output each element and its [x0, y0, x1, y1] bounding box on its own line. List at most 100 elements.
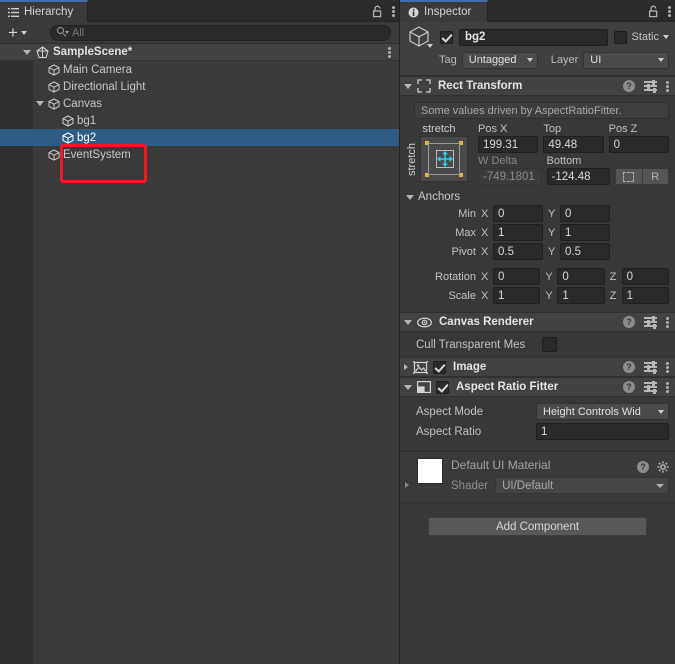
kebab-menu-icon[interactable]	[666, 316, 669, 329]
kebab-menu-icon[interactable]	[392, 5, 395, 18]
aspect-ratio-fitter-enabled-checkbox[interactable]	[436, 380, 449, 394]
component-header-canvas-renderer[interactable]: Canvas Renderer ?	[400, 312, 675, 332]
anchor-preset-widget[interactable]: stretch stretch	[406, 123, 472, 187]
anchor-min-y-field[interactable]: 0	[560, 205, 610, 222]
kebab-menu-icon[interactable]	[666, 80, 669, 93]
layer-dropdown[interactable]: UI	[583, 51, 669, 69]
aspect-mode-dropdown[interactable]: Height Controls Wid	[536, 403, 669, 420]
material-preview-swatch[interactable]	[417, 458, 443, 484]
search-input[interactable]: All	[49, 24, 391, 41]
chevron-right-icon[interactable]	[405, 482, 409, 488]
hierarchy-item-eventsystem[interactable]: EventSystem	[0, 146, 399, 163]
gear-icon[interactable]	[657, 460, 669, 473]
hierarchy-panel: Hierarchy + All SampleScene* Main Camera…	[0, 0, 400, 664]
hierarchy-item-directional-light[interactable]: Directional Light	[0, 78, 399, 95]
component-title: Aspect Ratio Fitter	[456, 381, 559, 393]
add-component-label: Add Component	[495, 520, 580, 533]
help-icon[interactable]: ?	[623, 80, 635, 92]
wdelta-label: W Delta	[478, 155, 518, 167]
cull-transparent-mesh-label: Cull Transparent Mes	[416, 338, 526, 351]
image-enabled-checkbox[interactable]	[433, 360, 446, 374]
kebab-menu-icon[interactable]	[666, 361, 669, 374]
top-field[interactable]: 49.48	[543, 136, 604, 153]
raw-edit-mode-button[interactable]: R	[642, 168, 669, 185]
kebab-menu-icon[interactable]	[666, 381, 669, 394]
hierarchy-scene-row[interactable]: SampleScene*	[0, 44, 399, 61]
chevron-down-icon[interactable]	[404, 83, 412, 89]
axis-y-label: Y	[548, 207, 556, 220]
bottom-field[interactable]: -124.48	[546, 168, 610, 185]
anchor-preset-box[interactable]	[420, 136, 468, 182]
hierarchy-toolbar: + All	[0, 22, 399, 44]
chevron-down-icon[interactable]	[404, 319, 412, 325]
rotation-x-field[interactable]: 0	[493, 268, 541, 285]
scale-z-field[interactable]: 1	[621, 287, 669, 304]
hierarchy-tabstrip: Hierarchy	[0, 0, 399, 22]
lock-open-icon[interactable]	[372, 5, 383, 18]
kebab-menu-icon[interactable]	[668, 5, 671, 18]
shader-dropdown[interactable]: UI/Default	[495, 477, 669, 494]
posz-field[interactable]: 0	[608, 136, 669, 153]
preset-sliders-icon[interactable]	[644, 79, 657, 93]
scale-y-field[interactable]: 1	[557, 287, 605, 304]
tab-hierarchy[interactable]: Hierarchy	[0, 0, 89, 22]
chevron-down-icon	[658, 58, 664, 62]
anchor-min-y-value: 0	[565, 207, 572, 220]
chevron-down-icon[interactable]	[404, 384, 412, 390]
help-icon[interactable]: ?	[623, 316, 635, 328]
lock-open-icon[interactable]	[648, 5, 659, 18]
anchor-max-x-field[interactable]: 1	[493, 224, 543, 241]
hierarchy-item-label: Directional Light	[63, 80, 146, 93]
help-icon[interactable]: ?	[623, 381, 635, 393]
aspect-ratio-field[interactable]: 1	[536, 423, 669, 440]
add-component-button[interactable]: Add Component	[428, 517, 647, 536]
hierarchy-item-canvas[interactable]: Canvas	[0, 95, 399, 112]
anchor-preset-left-label: stretch	[406, 142, 418, 176]
posx-label: Pos X	[478, 123, 508, 135]
inspector-tabstrip: Inspector	[400, 0, 675, 22]
scene-kebab-menu-icon[interactable]	[388, 46, 391, 59]
scale-x-field[interactable]: 1	[493, 287, 541, 304]
anchor-min-x-field[interactable]: 0	[493, 205, 543, 222]
rotation-y-value: 0	[562, 270, 569, 283]
chevron-down-icon[interactable]	[406, 194, 414, 200]
chevron-down-icon[interactable]	[23, 49, 31, 55]
static-checkbox[interactable]	[614, 30, 628, 44]
rotation-y-field[interactable]: 0	[557, 268, 605, 285]
anchors-foldout[interactable]: Anchors	[406, 191, 669, 203]
pivot-x-field[interactable]: 0.5	[493, 243, 543, 260]
preset-sliders-icon[interactable]	[644, 380, 657, 394]
rotation-z-field[interactable]: 0	[621, 268, 669, 285]
gameobject-name-field[interactable]: bg2	[459, 28, 609, 46]
component-header-image[interactable]: Image ?	[400, 357, 675, 377]
axis-x-label: X	[481, 207, 489, 220]
tab-inspector[interactable]: Inspector	[400, 0, 489, 22]
hierarchy-item-main-camera[interactable]: Main Camera	[0, 61, 399, 78]
anchor-max-y-field[interactable]: 1	[560, 224, 610, 241]
hierarchy-item-label: bg1	[77, 114, 97, 127]
hierarchy-item-label: Main Camera	[63, 63, 133, 76]
pivot-y-field[interactable]: 0.5	[560, 243, 610, 260]
tag-dropdown[interactable]: Untagged	[461, 51, 538, 69]
chevron-down-icon[interactable]	[663, 35, 669, 39]
hierarchy-item-bg2[interactable]: bg2	[0, 129, 399, 146]
hierarchy-item-bg1[interactable]: bg1	[0, 112, 399, 129]
axis-y-label: Y	[548, 245, 556, 258]
gameobject-enabled-checkbox[interactable]	[440, 30, 453, 44]
preset-sliders-icon[interactable]	[644, 360, 657, 374]
gameobject-cube-icon[interactable]	[408, 25, 434, 49]
help-icon[interactable]: ?	[623, 361, 635, 373]
component-header-aspect-ratio-fitter[interactable]: Aspect Ratio Fitter ?	[400, 377, 675, 397]
chevron-down-icon[interactable]	[36, 101, 44, 106]
shader-value: UI/Default	[502, 479, 554, 492]
blueprint-mode-button[interactable]	[615, 168, 643, 185]
create-object-button[interactable]: +	[5, 24, 30, 41]
help-icon[interactable]: ?	[637, 460, 649, 473]
preset-sliders-icon[interactable]	[644, 315, 657, 329]
aspect-ratio-fitter-body: Aspect Mode Height Controls Wid Aspect R…	[400, 397, 675, 450]
posz-label: Pos Z	[608, 123, 638, 135]
chevron-right-icon[interactable]	[404, 364, 408, 370]
posx-field[interactable]: 199.31	[478, 136, 539, 153]
component-header-rect-transform[interactable]: Rect Transform ?	[400, 76, 675, 96]
cull-transparent-mesh-checkbox[interactable]	[542, 337, 557, 352]
